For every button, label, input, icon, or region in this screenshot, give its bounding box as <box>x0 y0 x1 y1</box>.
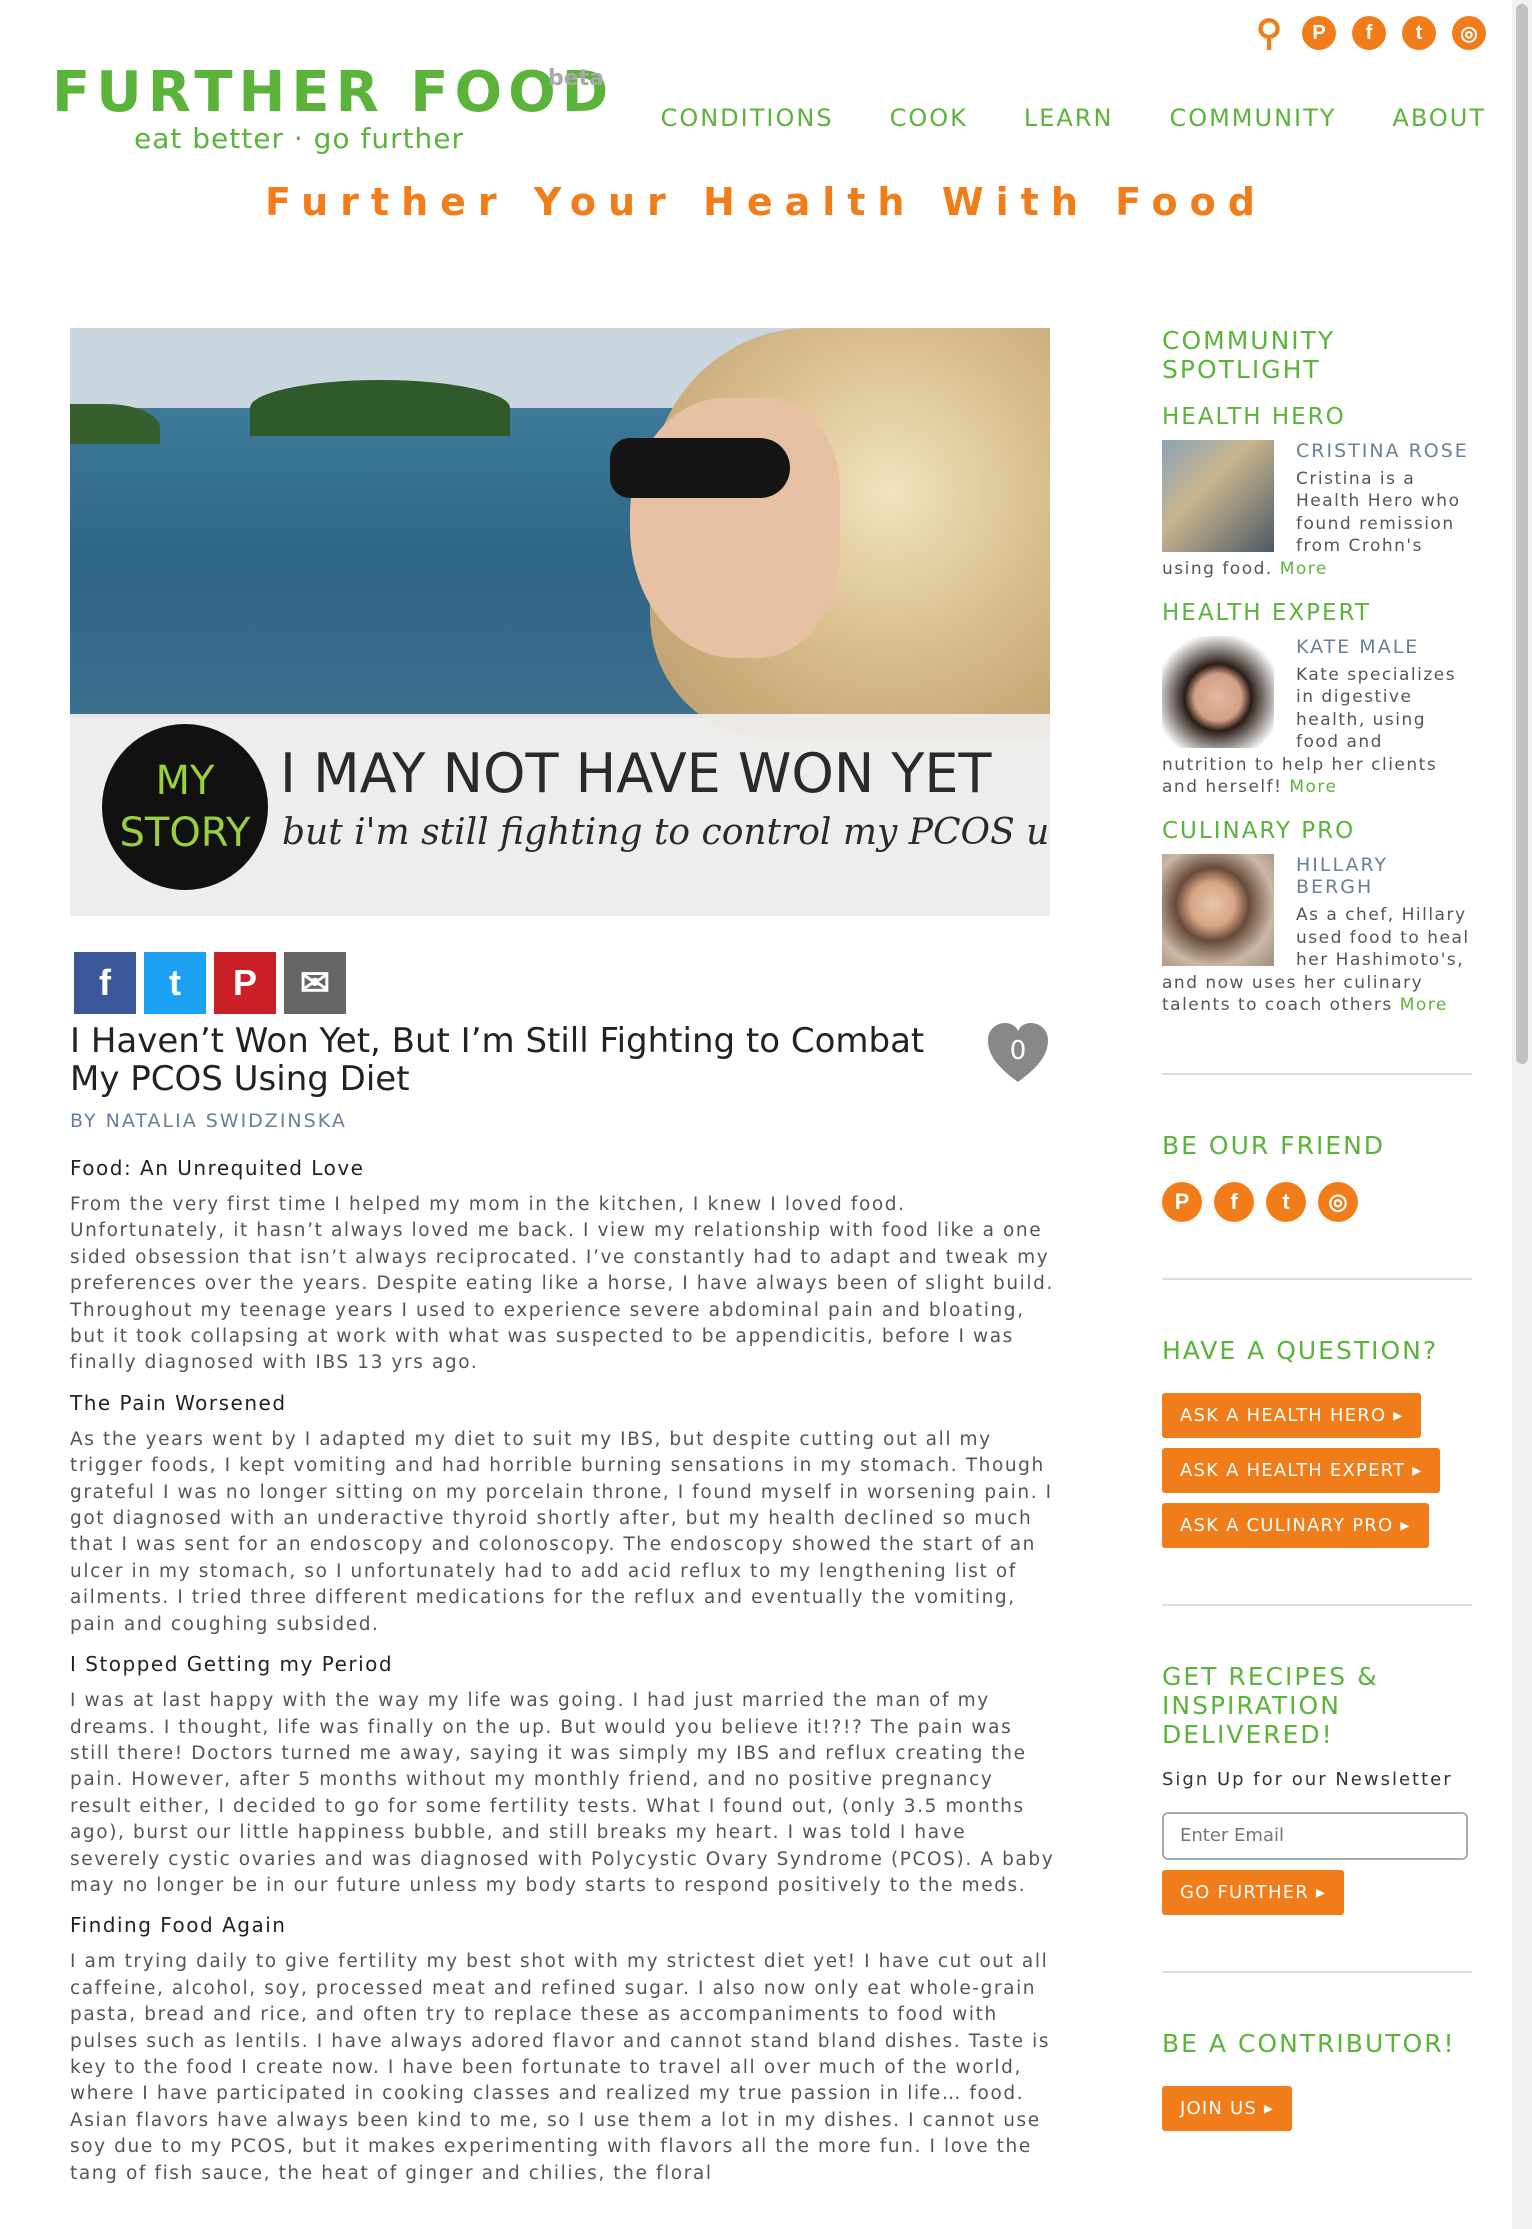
section-heading: Food: An Unrequited Love <box>70 1156 365 1180</box>
facebook-icon[interactable]: f <box>1214 1181 1254 1222</box>
hero-sunglasses <box>610 438 790 498</box>
ask-health-hero-button[interactable]: ASK A HEALTH HERO ▸ <box>1162 1392 1422 1438</box>
badge-line-2: STORY <box>119 810 251 856</box>
hero-image: MY STORY I MAY NOT HAVE WON YET but i'm … <box>70 328 1050 916</box>
sidebar: COMMUNITY SPOTLIGHT HEALTH HERO CRISTINA… <box>1162 326 1472 2131</box>
spotlight-person: CRISTINA ROSE Cristina is a Health Hero … <box>1162 440 1472 580</box>
hero-headline: I MAY NOT HAVE WON YET <box>280 742 992 805</box>
arrow-right-icon: ▸ <box>1412 1459 1423 1481</box>
site-tagline: Further Your Health With Food <box>265 180 1267 224</box>
ask-culinary-pro-button[interactable]: ASK A CULINARY PRO ▸ <box>1162 1502 1429 1548</box>
nav-about[interactable]: ABOUT <box>1392 104 1486 132</box>
button-label: JOIN US <box>1180 2097 1257 2119</box>
button-label: ASK A HEALTH EXPERT <box>1180 1459 1406 1481</box>
main-nav: CONDITIONS COOK LEARN COMMUNITY ABOUT <box>661 104 1486 132</box>
avatar[interactable] <box>1162 440 1274 552</box>
newsletter-title: GET RECIPES & INSPIRATION DELIVERED! <box>1162 1661 1379 1749</box>
like-count: 0 <box>1009 1036 1027 1066</box>
logo-tagline: eat better · go further <box>134 122 465 155</box>
button-label: ASK A HEALTH HERO <box>1180 1404 1387 1426</box>
section-text: As the years went by I adapted my diet t… <box>70 1428 1053 1635</box>
more-link[interactable]: More <box>1280 559 1328 579</box>
arrow-right-icon: ▸ <box>1263 2097 1275 2119</box>
nav-cook[interactable]: COOK <box>890 104 968 132</box>
pinterest-icon[interactable]: P <box>1302 16 1336 50</box>
more-link[interactable]: More <box>1289 777 1337 797</box>
join-us-button[interactable]: JOIN US ▸ <box>1162 2085 1293 2131</box>
section-heading: I Stopped Getting my Period <box>70 1652 394 1677</box>
section-heading: The Pain Worsened <box>70 1390 287 1415</box>
share-twitter-icon[interactable]: t <box>144 952 206 1014</box>
friend-title: BE OUR FRIEND <box>1162 1130 1386 1160</box>
spotlight-title: COMMUNITY SPOTLIGHT <box>1162 326 1336 384</box>
section-text: I am trying daily to give fertility my b… <box>70 1951 1051 2184</box>
scrollbar[interactable] <box>1512 0 1532 2229</box>
more-link[interactable]: More <box>1400 995 1448 1015</box>
search-icon[interactable]: ⚲ <box>1252 12 1286 53</box>
hero-island <box>250 380 510 436</box>
go-further-button[interactable]: GO FURTHER ▸ <box>1162 1869 1345 1915</box>
ask-health-expert-button[interactable]: ASK A HEALTH EXPERT ▸ <box>1162 1447 1441 1493</box>
arrow-right-icon: ▸ <box>1315 1881 1327 1903</box>
email-input[interactable] <box>1162 1811 1468 1860</box>
share-buttons: f t P ✉ <box>74 952 346 1014</box>
role-health-expert: HEALTH EXPERT <box>1162 600 1371 627</box>
avatar[interactable] <box>1162 854 1274 967</box>
instagram-icon[interactable]: ◎ <box>1452 16 1486 50</box>
sidebar-divider <box>1162 1277 1472 1280</box>
article-title: I Haven’t Won Yet, But I’m Still Fightin… <box>70 1021 925 1099</box>
button-label: ASK A CULINARY PRO <box>1180 1514 1394 1536</box>
like-button[interactable]: 0 <box>986 1022 1050 1084</box>
scrollbar-thumb[interactable] <box>1516 4 1528 1064</box>
pinterest-icon[interactable]: P <box>1162 1181 1202 1222</box>
article-byline: BY NATALIA SWIDZINSKA <box>70 1110 347 1132</box>
nav-learn[interactable]: LEARN <box>1024 104 1114 132</box>
facebook-icon[interactable]: f <box>1352 16 1386 50</box>
role-health-hero: HEALTH HERO <box>1162 404 1346 430</box>
sidebar-divider <box>1162 1603 1472 1606</box>
twitter-icon[interactable]: t <box>1266 1181 1306 1222</box>
contributor-title: BE A CONTRIBUTOR! <box>1162 2028 1456 2058</box>
newsletter-text: Sign Up for our Newsletter <box>1162 1768 1453 1790</box>
my-story-badge: MY STORY <box>102 724 268 890</box>
hero-face <box>630 398 840 658</box>
share-pinterest-icon[interactable]: P <box>214 952 276 1014</box>
hero-subline: but i'm still fighting to control my PCO… <box>282 812 1050 853</box>
spotlight-person: KATE MALE Kate specializes in digestive … <box>1162 636 1472 798</box>
role-culinary-pro: CULINARY PRO <box>1162 818 1356 845</box>
sidebar-divider <box>1162 1072 1472 1075</box>
spotlight-person: HILLARY BERGH As a chef, Hillary used fo… <box>1162 854 1472 1016</box>
logo-title: FURTHER FOOD <box>52 60 615 125</box>
arrow-right-icon: ▸ <box>1393 1404 1404 1426</box>
section-text: I was at last happy with the way my life… <box>70 1690 1055 1896</box>
question-title: HAVE A QUESTION? <box>1162 1335 1439 1365</box>
header-social-icons: ⚲ P f t ◎ <box>1252 12 1486 53</box>
arrow-right-icon: ▸ <box>1400 1514 1411 1536</box>
share-email-icon[interactable]: ✉ <box>284 952 346 1014</box>
article-body: Food: An Unrequited Love From the very f… <box>70 1154 1060 2199</box>
badge-line-1: MY <box>155 758 215 804</box>
nav-conditions[interactable]: CONDITIONS <box>661 104 834 132</box>
logo-beta-label: beta <box>548 66 605 91</box>
avatar[interactable] <box>1162 636 1274 749</box>
instagram-icon[interactable]: ◎ <box>1318 1181 1358 1222</box>
nav-community[interactable]: COMMUNITY <box>1169 104 1336 132</box>
section-heading: Finding Food Again <box>70 1913 287 1938</box>
sidebar-divider <box>1162 1970 1472 1973</box>
sidebar-social-icons: P f t ◎ <box>1162 1181 1472 1222</box>
section-text: From the very first time I helped my mom… <box>70 1194 1054 1374</box>
share-facebook-icon[interactable]: f <box>74 952 136 1014</box>
twitter-icon[interactable]: t <box>1402 16 1436 50</box>
site-logo[interactable]: FURTHER FOOD beta eat better · go furthe… <box>52 60 615 155</box>
button-label: GO FURTHER <box>1180 1881 1309 1903</box>
